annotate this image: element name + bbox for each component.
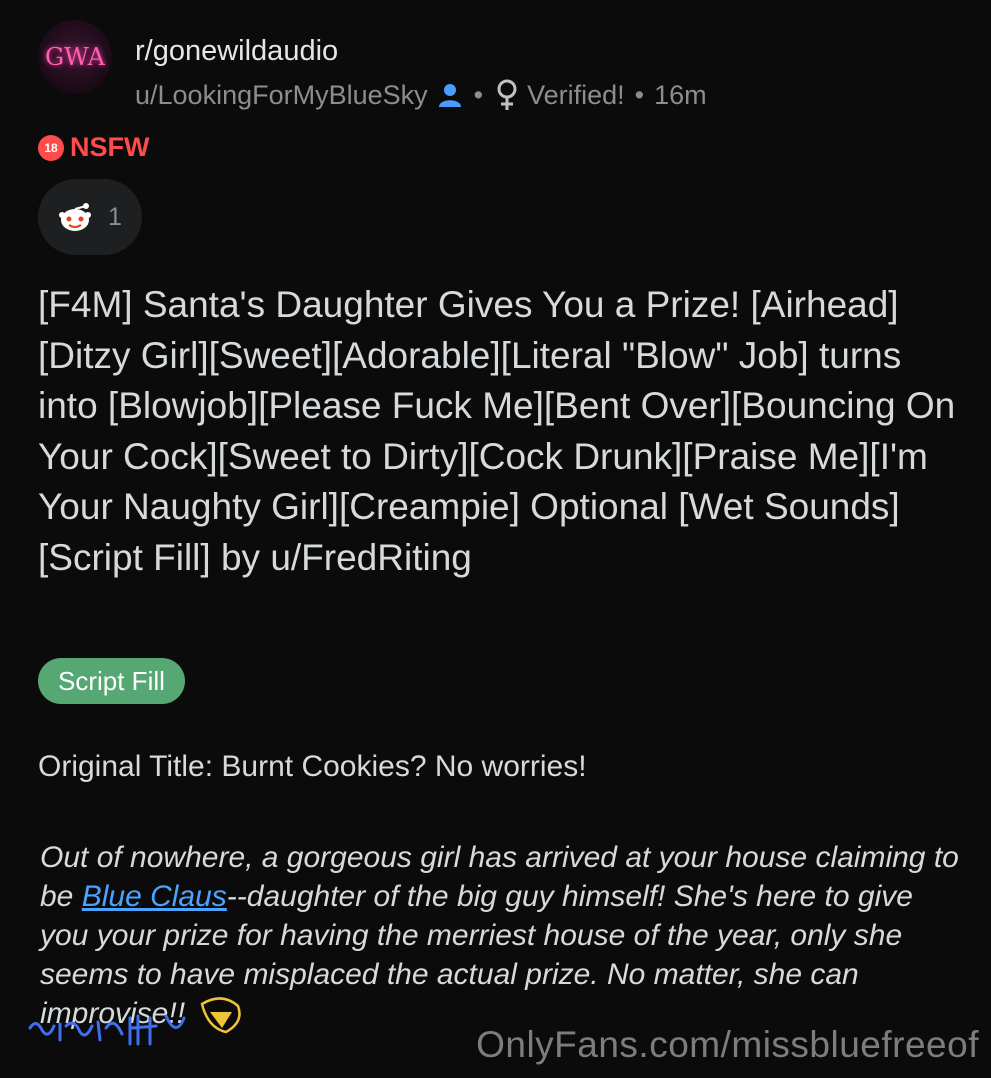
post-flair-badge[interactable]: Script Fill	[38, 658, 185, 704]
venus-icon	[497, 79, 517, 110]
original-title-text: Original Title: Burnt Cookies? No worrie…	[38, 750, 587, 783]
author-username[interactable]: u/LookingForMyBlueSky	[135, 80, 428, 111]
blue-claus-link[interactable]: Blue Claus	[82, 880, 227, 913]
post-time: 16m	[654, 79, 707, 110]
award-count: 1	[108, 202, 122, 231]
nsfw-label: NSFW	[70, 132, 150, 162]
subreddit-name[interactable]: r/gonewildaudio	[135, 35, 338, 68]
nsfw-18-icon: 18	[38, 134, 64, 161]
post-meta: u/LookingForMyBlueSky • Verified! • 16m	[135, 78, 707, 112]
verified-flair: Verified!	[527, 79, 625, 110]
handwritten-signature	[28, 997, 241, 1046]
post-header: GWA r/gonewildaudio u/LookingForMyBlueSk…	[38, 20, 968, 110]
user-icon	[438, 84, 461, 107]
nsfw-tag: 18 NSFW	[38, 132, 149, 163]
award-button[interactable]: 1	[38, 179, 142, 255]
meta-separator: •	[473, 79, 484, 110]
avatar-logo-text: GWA	[45, 43, 105, 71]
watermark-text: OnlyFans.com/missbluefreeof	[476, 1024, 979, 1065]
reddit-snoo-award-icon	[59, 203, 91, 231]
subreddit-avatar[interactable]: GWA	[38, 20, 112, 94]
meta-separator: •	[634, 79, 645, 110]
post-title[interactable]: [F4M] Santa's Daughter Gives You a Prize…	[38, 280, 963, 583]
